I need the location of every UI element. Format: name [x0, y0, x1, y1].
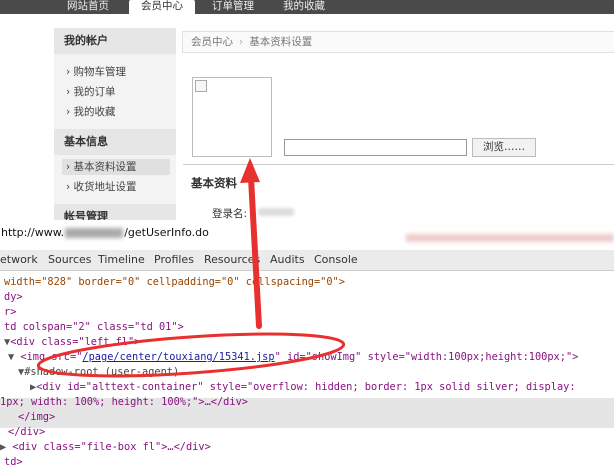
- code-line[interactable]: </div>: [8, 425, 45, 440]
- url-redacted: [65, 228, 124, 238]
- code-text: td colspan="2" class="td 01">: [4, 321, 184, 333]
- tab-timeline[interactable]: Timeline: [98, 250, 145, 270]
- url-prefix: http://www.: [1, 226, 65, 239]
- code-text: dy>: [4, 291, 23, 303]
- code-text: #shadow-root (user-agent): [24, 366, 180, 378]
- code-line[interactable]: 1px; width: 100%; height: 100%;">…</div>: [0, 395, 248, 410]
- tab-network[interactable]: etwork: [0, 250, 38, 270]
- url-suffix: /getUserInfo.do: [124, 226, 209, 239]
- sidebar-item-label: 基本资料设置: [73, 161, 137, 173]
- nav-order-management[interactable]: 订单管理: [212, 0, 254, 14]
- sidebar-item-cart[interactable]: › 购物车管理: [66, 64, 126, 80]
- code-line[interactable]: dy>: [4, 290, 23, 305]
- devtools-tabs: etwork Sources Timeline Profiles Resourc…: [0, 250, 614, 271]
- tab-audits[interactable]: Audits: [270, 250, 305, 270]
- code-text: 1px; width: 100%; height: 100%;">…</div>: [0, 396, 248, 408]
- code-line[interactable]: td colspan="2" class="td 01">: [4, 320, 184, 335]
- code-line[interactable]: td>: [4, 455, 23, 470]
- img-src-link[interactable]: /page/center/touxiang/15341.jsp: [82, 351, 274, 363]
- tab-profiles[interactable]: Profiles: [154, 250, 194, 270]
- code-line[interactable]: ▶<div id="alttext-container" style="over…: [30, 380, 576, 395]
- devtools-panel: http://www. /getUserInfo.do etwork Source…: [0, 220, 614, 472]
- nav-home[interactable]: 网站首页: [67, 0, 109, 14]
- code-line[interactable]: r>: [4, 305, 16, 320]
- section-divider: [183, 164, 614, 165]
- profile-section-title: 基本资料: [191, 176, 237, 190]
- sidebar-item-orders[interactable]: › 我的订单: [66, 84, 116, 100]
- sidebar-item-label: 收货地址设置: [73, 181, 137, 193]
- broken-image-icon: [195, 80, 207, 92]
- nav-favorites[interactable]: 我的收藏: [283, 0, 325, 14]
- code-text: r>: [4, 306, 17, 318]
- sidebar: 我的帐户 › 购物车管理 › 我的订单 › 我的收藏 基本信息 › 基本资料设置…: [54, 28, 176, 230]
- code-line[interactable]: </img>: [18, 410, 55, 425]
- login-name-value-redacted: [258, 208, 294, 216]
- browse-button[interactable]: 浏览……: [472, 138, 536, 157]
- breadcrumb-root[interactable]: 会员中心: [191, 36, 233, 48]
- code-line[interactable]: ▶ <div class="file-box fl">…</div>: [0, 440, 211, 455]
- breadcrumb-separator: ›: [239, 36, 244, 48]
- sidebar-item-label: 我的收藏: [73, 106, 116, 118]
- code-text: " id="showImg" style="width:100px;height…: [274, 351, 579, 363]
- sidebar-heading-account: 我的帐户: [54, 28, 176, 54]
- tab-sources[interactable]: Sources: [48, 250, 92, 270]
- nav-member-center[interactable]: 会员中心: [129, 0, 195, 14]
- sidebar-item-label: 购物车管理: [73, 66, 127, 78]
- file-path-input[interactable]: [284, 139, 467, 156]
- code-text: <div class="file-box fl">…</div>: [12, 441, 211, 453]
- code-text: <div id="alttext-container" style="overf…: [36, 381, 576, 393]
- code-text: td>: [4, 456, 23, 468]
- elements-tree: width="828" border="0" cellpadding="0" c…: [0, 271, 614, 472]
- login-name-label: 登录名:: [212, 208, 248, 220]
- top-nav: 网站首页 会员中心 订单管理 我的收藏: [0, 0, 614, 14]
- expand-triangle-icon[interactable]: ▼: [8, 351, 14, 363]
- avatar-image: [192, 77, 272, 157]
- sidebar-item-address-settings[interactable]: › 收货地址设置: [66, 179, 137, 195]
- sidebar-item-favorites[interactable]: › 我的收藏: [66, 104, 116, 120]
- breadcrumb-current: 基本资料设置: [249, 36, 313, 48]
- sidebar-item-profile-settings[interactable]: › 基本资料设置: [62, 159, 170, 175]
- collapsed-triangle-icon[interactable]: ▶: [0, 441, 6, 453]
- code-text: </img>: [18, 411, 56, 423]
- sidebar-item-label: 我的订单: [73, 86, 116, 98]
- code-text: <div class="left fl">: [10, 336, 141, 348]
- code-text: <img src=": [20, 351, 83, 363]
- code-line[interactable]: ▼<div class="left fl">: [4, 335, 140, 350]
- redacted-banner: [406, 234, 614, 242]
- code-line[interactable]: ▼#shadow-root (user-agent): [18, 365, 179, 380]
- sidebar-heading-basic: 基本信息: [54, 129, 176, 155]
- tab-resources[interactable]: Resources: [204, 250, 260, 270]
- code-line[interactable]: ▼ <img src="/page/center/touxiang/15341.…: [8, 350, 578, 365]
- code-text: </div>: [8, 426, 46, 438]
- tab-console[interactable]: Console: [314, 250, 358, 270]
- breadcrumb: 会员中心 › 基本资料设置: [182, 31, 614, 53]
- code-text: width="828" border="0" cellpadding="0" c…: [4, 276, 345, 288]
- code-line[interactable]: width="828" border="0" cellpadding="0" c…: [4, 275, 345, 290]
